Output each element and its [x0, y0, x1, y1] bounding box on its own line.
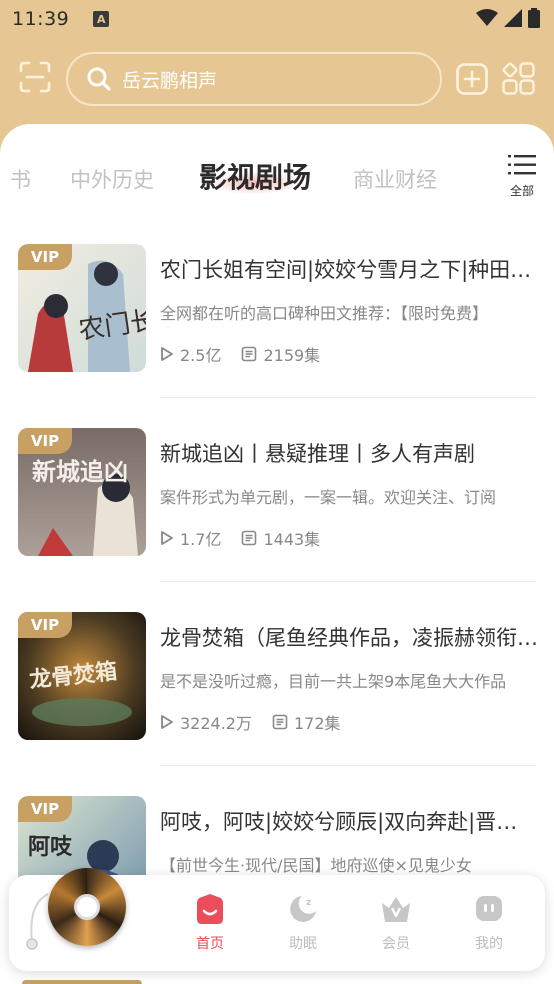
- status-icons: [476, 8, 540, 28]
- play-icon: [161, 715, 173, 729]
- next-cover-peek: [22, 980, 142, 984]
- episode-count-value: 2159集: [263, 346, 321, 365]
- cover-title: 阿吱: [28, 834, 73, 860]
- episodes-icon: [272, 714, 288, 730]
- book-description: 全网都在听的高口碑种田文推荐：【限时免费】: [160, 304, 489, 323]
- tab-partial[interactable]: 书: [10, 164, 31, 194]
- search-icon: [87, 67, 111, 91]
- nav-home-label: 首页: [196, 936, 224, 952]
- vip-badge: VIP: [18, 796, 72, 822]
- book-description: 【前世今生·现代/民国】地府巡使×见鬼少女: [160, 856, 472, 875]
- play-count-value: 2.5亿: [180, 346, 222, 365]
- nav-sleep[interactable]: z 助眠: [273, 893, 333, 953]
- book-meta: 2.5亿 2159集: [160, 342, 340, 366]
- episode-count: 1443集: [241, 526, 320, 550]
- list-item[interactable]: 农门长姐 VIP 农门长姐有空间|姣姣兮雪月之下|种田文推荐 全网都在听的高口碑…: [0, 244, 554, 428]
- profile-icon: [476, 896, 502, 921]
- status-bar: 11:39 A: [0, 0, 554, 38]
- search-placeholder: 岳云鹏相声: [122, 69, 218, 92]
- episodes-icon: [242, 346, 257, 362]
- nav-sleep-label: 助眠: [289, 936, 317, 952]
- nav-profile-label: 我的: [475, 936, 503, 952]
- crown-icon: [382, 897, 410, 922]
- notification-icon: A: [93, 11, 110, 27]
- play-icon: [161, 347, 173, 361]
- categories-icon[interactable]: [502, 62, 536, 96]
- book-title: 新城追凶丨悬疑推理丨多人有声剧: [160, 442, 475, 466]
- signal-icon: [504, 9, 522, 27]
- book-description: 案件形式为单元剧，一案一辑。欢迎关注、订阅: [160, 488, 497, 507]
- book-title: 龙骨焚箱（尾鱼经典作品，凌振赫领衔演播）: [160, 626, 538, 650]
- mini-player-disc[interactable]: [48, 868, 126, 946]
- book-cover: 龙骨焚箱 VIP: [18, 612, 146, 740]
- divider: [160, 765, 536, 766]
- disc-center: [74, 894, 100, 920]
- episode-count-value: 172集: [294, 714, 341, 733]
- episodes-icon: [242, 530, 257, 546]
- category-tabs: 书 中外历史 影视剧场 商业财经 全部: [0, 124, 554, 220]
- moon-icon: z: [290, 896, 316, 922]
- book-title: 农门长姐有空间|姣姣兮雪月之下|种田文推荐: [160, 258, 538, 282]
- nav-vip-label: 会员: [382, 936, 410, 952]
- list-item[interactable]: 新城追凶 VIP 新城追凶丨悬疑推理丨多人有声剧 案件形式为单元剧，一案一辑。欢…: [0, 428, 554, 612]
- list-icon: [508, 155, 536, 175]
- play-count-value: 1.7亿: [180, 530, 222, 549]
- svg-text:z: z: [306, 898, 311, 908]
- episode-count: 2159集: [241, 342, 320, 366]
- book-cover: 农门长姐 VIP: [18, 244, 146, 372]
- battery-icon: [528, 8, 540, 28]
- tonearm-icon: [26, 893, 49, 950]
- wifi-icon: [476, 9, 498, 26]
- book-title: 阿吱，阿吱|姣姣兮顾辰|双向奔赴|晋江高分: [160, 810, 538, 834]
- play-count: 3224.2万: [160, 710, 252, 734]
- play-count: 2.5亿: [160, 342, 221, 366]
- tab-business[interactable]: 商业财经: [353, 164, 437, 194]
- episode-count: 172集: [272, 710, 341, 734]
- vip-badge: VIP: [18, 612, 72, 638]
- book-description: 是不是没听过瘾，目前一共上架9本尾鱼大大作品: [160, 672, 507, 691]
- list-item[interactable]: 龙骨焚箱 VIP 龙骨焚箱（尾鱼经典作品，凌振赫领衔演播） 是不是没听过瘾，目前…: [0, 612, 554, 796]
- all-label: 全部: [509, 184, 534, 198]
- scan-icon[interactable]: [18, 60, 52, 94]
- vip-badge: VIP: [18, 428, 72, 454]
- play-count: 1.7亿: [160, 526, 221, 550]
- divider: [160, 397, 536, 398]
- vip-badge: VIP: [18, 244, 72, 270]
- nav-profile[interactable]: 我的: [459, 893, 519, 953]
- play-count-value: 3224.2万: [180, 714, 252, 733]
- divider: [160, 581, 536, 582]
- content-panel: 书 中外历史 影视剧场 商业财经 全部 农门长姐 VIP 农门长姐有空间|姣姣兮…: [0, 124, 554, 984]
- play-icon: [161, 531, 173, 545]
- book-cover: 新城追凶 VIP: [18, 428, 146, 556]
- nav-vip[interactable]: 会员: [366, 893, 426, 953]
- book-meta: 1.7亿 1443集: [160, 526, 340, 550]
- add-icon[interactable]: [456, 63, 488, 95]
- all-categories-button[interactable]: 全部: [502, 154, 542, 199]
- episode-count-value: 1443集: [263, 530, 321, 549]
- status-time: 11:39: [12, 8, 70, 30]
- book-meta: 3224.2万 172集: [160, 710, 361, 734]
- search-input[interactable]: 岳云鹏相声: [66, 52, 442, 106]
- tab-film-drama[interactable]: 影视剧场: [199, 156, 311, 196]
- cover-title: 新城追凶: [32, 457, 128, 486]
- home-icon: [197, 894, 223, 924]
- tab-history[interactable]: 中外历史: [70, 164, 154, 194]
- nav-home[interactable]: 首页: [180, 893, 240, 953]
